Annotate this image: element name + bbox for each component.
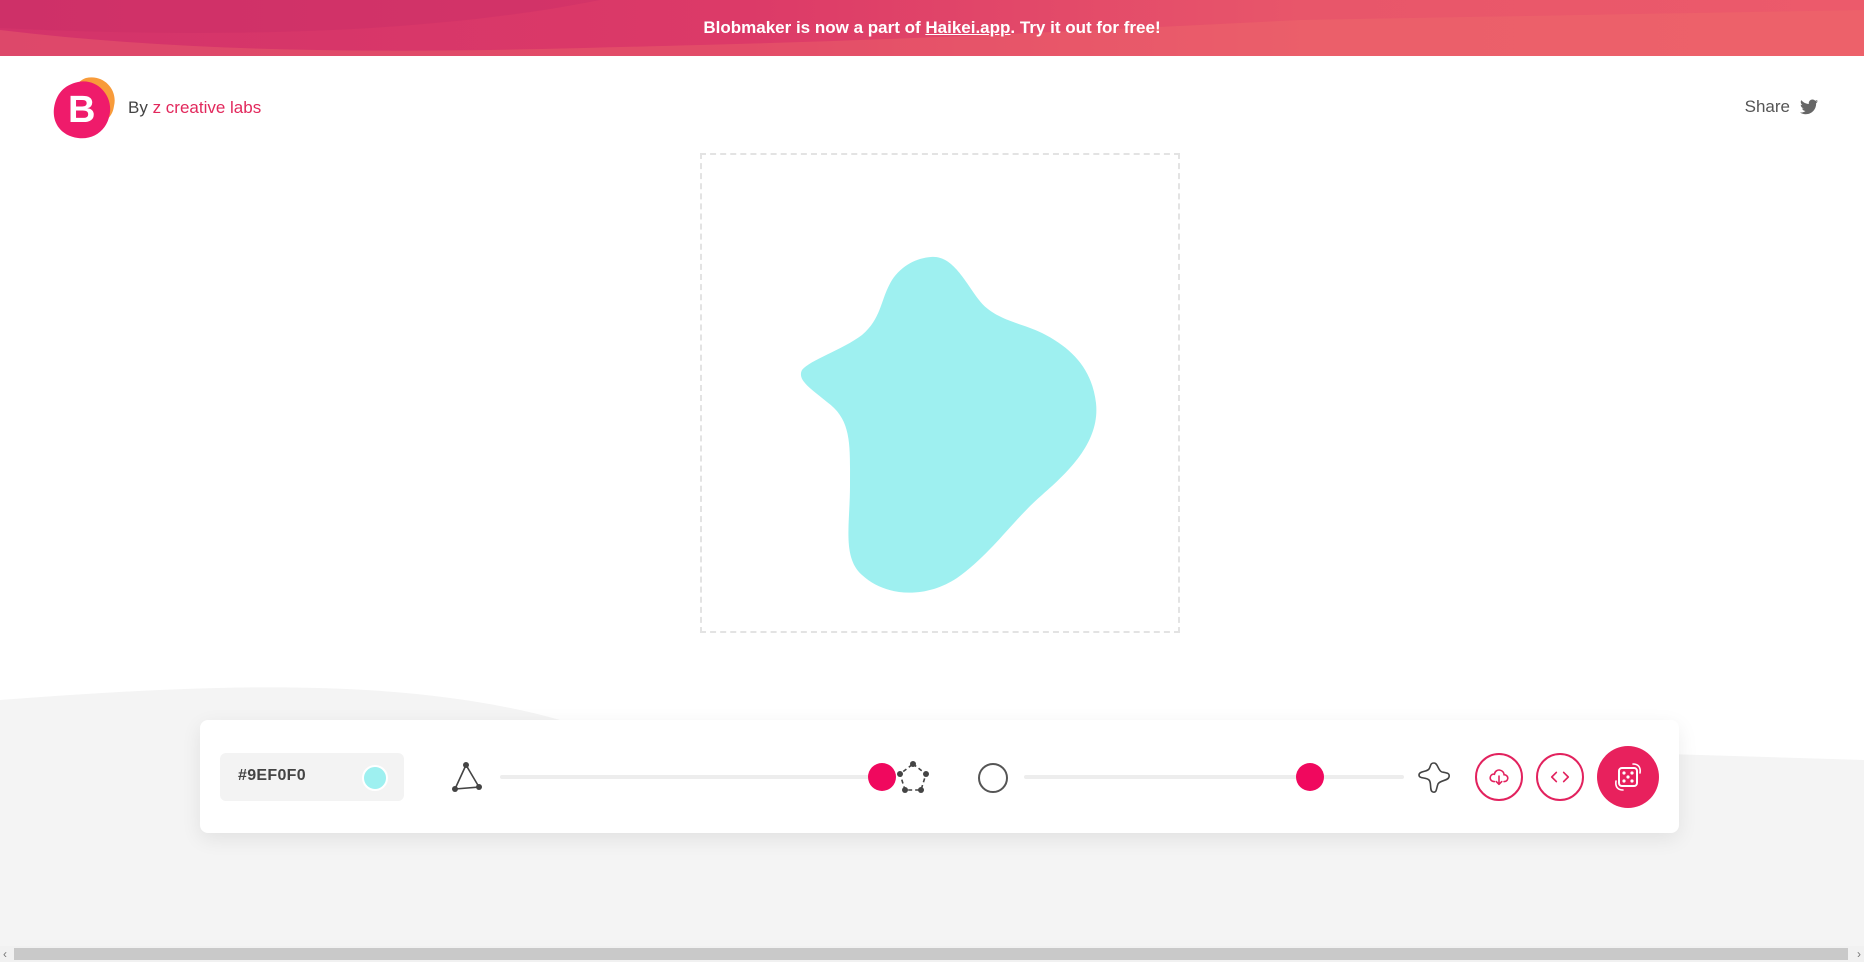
pentagon-points-icon (897, 761, 929, 793)
horizontal-scrollbar[interactable]: ‹ › (0, 946, 1864, 962)
haikei-link[interactable]: Haikei.app (925, 18, 1010, 37)
contrast-slider-track[interactable] (1024, 775, 1404, 779)
twitter-icon[interactable] (1800, 99, 1818, 115)
star-blob-icon (1418, 762, 1450, 793)
blob-shape[interactable] (702, 155, 1178, 631)
color-hex-value[interactable]: #9EF0F0 (238, 767, 306, 785)
code-button[interactable] (1536, 753, 1584, 801)
download-button[interactable] (1475, 753, 1523, 801)
triangle-points-icon (452, 762, 482, 792)
brand-link[interactable]: z creative labs (153, 98, 262, 117)
code-icon (1550, 771, 1570, 783)
svg-text:B: B (68, 89, 95, 131)
share-label[interactable]: Share (1745, 97, 1790, 117)
randomize-button[interactable] (1597, 746, 1659, 808)
blob-canvas (700, 153, 1180, 633)
banner-text: Blobmaker is now a part of Haikei.app. T… (703, 18, 1161, 37)
scrollbar-thumb[interactable] (14, 948, 1848, 960)
contrast-slider-knob[interactable] (1296, 763, 1324, 791)
logo-icon: B (53, 77, 115, 139)
cloud-download-icon (1489, 769, 1509, 786)
circle-icon (978, 763, 1008, 793)
color-swatch[interactable] (362, 765, 388, 791)
byline: By z creative labs (128, 98, 262, 117)
scroll-left-icon[interactable]: ‹ (3, 948, 7, 960)
dice-icon (1615, 763, 1641, 791)
share-area[interactable]: Share (1745, 97, 1818, 117)
complexity-slider-track[interactable] (500, 775, 895, 779)
complexity-slider-knob[interactable] (868, 763, 896, 791)
announcement-banner: Blobmaker is now a part of Haikei.app. T… (0, 0, 1864, 56)
control-bar: #9EF0F0 (200, 720, 1679, 833)
blobmaker-logo[interactable]: B (52, 76, 116, 140)
scroll-right-icon[interactable]: › (1857, 948, 1861, 960)
color-picker[interactable]: #9EF0F0 (220, 753, 404, 801)
